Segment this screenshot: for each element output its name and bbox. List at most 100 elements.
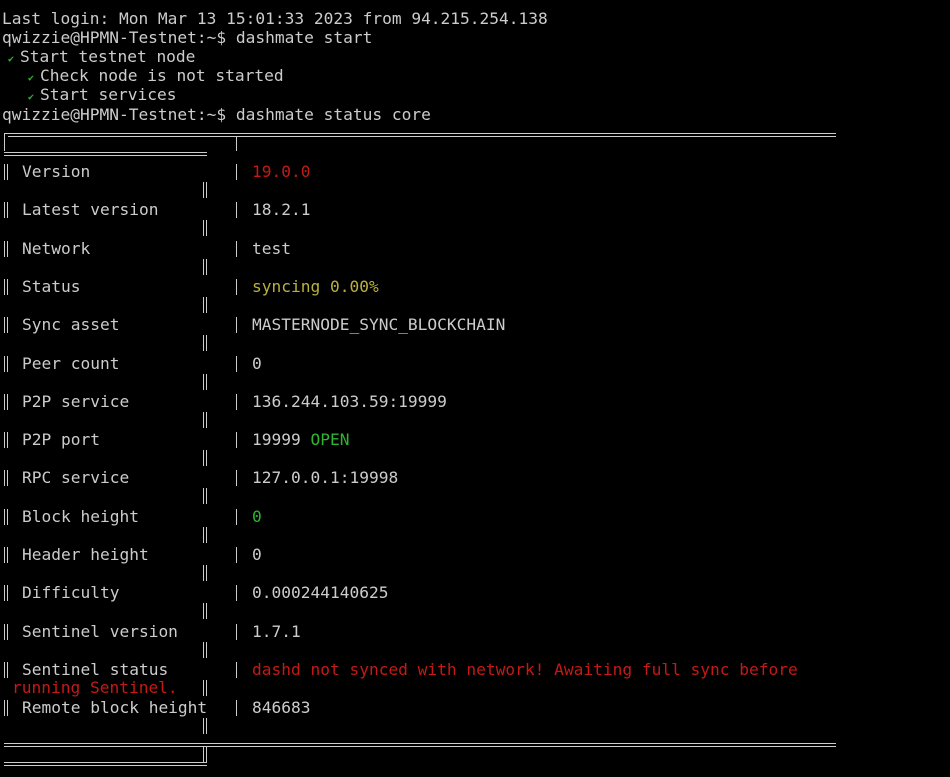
row-value: 0 [252,507,262,526]
row-column-divider [236,509,237,525]
row-value-text: 136.244.103.59:19999 [252,392,447,411]
row-value: 136.244.103.59:19999 [252,392,447,411]
row-value-text: 18.2.1 [252,200,311,219]
row-value: 127.0.0.1:19998 [252,468,398,487]
row-left-border [4,432,8,448]
row-left-border [4,547,8,563]
label-table-right-border [203,603,207,619]
label-table-right-border [203,680,207,696]
row-value-text: MASTERNODE_SYNC_BLOCKCHAIN [252,315,506,334]
sentinel-status-wrap: running Sentinel. [12,678,178,697]
row-value: MASTERNODE_SYNC_BLOCKCHAIN [252,315,505,334]
task-label: Start testnet node [20,47,196,66]
row-value: 0 [252,354,262,373]
row-value-text: syncing 0.00% [252,277,379,296]
row-column-divider [236,470,237,486]
row-left-border [4,317,8,333]
row-label: Sentinel version [22,622,178,641]
label-table-right-border [203,412,207,428]
label-table-bottom-border [4,762,207,766]
table-column-divider-top [236,137,237,151]
row-left-border [4,356,8,372]
row-value-text: dashd not synced with network! Awaiting … [252,660,798,679]
table-left-divider-top [4,137,5,151]
task-start-services: ✔ Start services [2,85,176,104]
row-value: 19.0.0 [252,162,310,181]
label-table-right-border [203,527,207,543]
row-left-border [4,164,8,180]
row-left-border [4,202,8,218]
row-left-border [4,624,8,640]
port-status-badge: OPEN [310,430,350,449]
row-column-divider [236,317,237,333]
row-left-border [4,394,8,410]
row-value: 846683 [252,698,310,717]
label-table-right-border [203,335,207,351]
row-left-border [4,585,8,601]
row-value: 0 [252,545,262,564]
label-table-right-border [203,374,207,390]
prompt-dashmate-start: qwizzie@HPMN-Testnet:~$ dashmate start [2,28,373,47]
last-login-line: Last login: Mon Mar 13 15:01:33 2023 fro… [2,9,548,28]
row-column-divider [236,394,237,410]
row-column-divider [236,432,237,448]
row-column-divider [236,164,237,180]
task-start-testnet-node: ✔ Start testnet node [2,47,195,66]
row-value-text: 0 [252,354,262,373]
row-value: 18.2.1 [252,200,310,219]
row-label: Network [22,239,91,258]
task-label: Check node is not started [40,66,284,85]
row-column-divider [236,279,237,295]
row-value: syncing 0.00% [252,277,379,296]
table-top-border [8,133,836,137]
row-value-text: 0 [252,545,262,564]
row-label: Sync asset [22,315,120,334]
label-table-right-border [203,718,207,734]
row-label: Version [22,162,91,181]
row-value: 1.7.1 [252,622,301,641]
row-column-divider [236,700,237,716]
row-label: Latest version [22,200,159,219]
label-table-right-border [203,182,207,198]
row-left-border [4,279,8,295]
row-column-divider [236,202,237,218]
task-label: Start services [40,85,177,104]
label-table-right-border [203,488,207,504]
row-left-border [4,241,8,257]
label-table-right-border [203,220,207,236]
row-column-divider [236,547,237,563]
row-label: P2P service [22,392,130,411]
label-table-top-border [4,152,207,156]
row-value: 0.000244140625 [252,583,388,602]
row-label: Sentinel status [22,660,169,679]
row-value-text: 127.0.0.1:19998 [252,468,399,487]
row-label: Block height [22,507,139,526]
prompt-dashmate-status-core: qwizzie@HPMN-Testnet:~$ dashmate status … [2,105,431,124]
row-label: Header height [22,545,149,564]
label-table-right-border [203,297,207,313]
task-check-node: ✔ Check node is not started [2,66,284,85]
row-value-text: 0.000244140625 [252,583,389,602]
row-left-border [4,700,8,716]
row-value-text: test [252,239,291,258]
label-table-right-border [203,259,207,275]
row-value-text: 19.0.0 [252,162,311,181]
row-label: RPC service [22,468,130,487]
label-table-right-border [203,642,207,658]
row-left-border [4,662,8,678]
label-table-right-border [203,565,207,581]
row-label: Peer count [22,354,120,373]
row-value-text: 0 [252,507,262,526]
row-column-divider [236,624,237,640]
row-column-divider [236,356,237,372]
row-value: test [252,239,291,258]
row-left-border [4,470,8,486]
row-left-border [4,509,8,525]
label-table-right-bottom [203,747,207,762]
row-value-text: 19999 [252,430,301,449]
row-label: Remote block height [22,698,208,717]
label-table-right-border [203,450,207,466]
row-label: Status [22,277,81,296]
row-value: 19999 OPEN [252,430,349,449]
row-value-text: 1.7.1 [252,622,301,641]
